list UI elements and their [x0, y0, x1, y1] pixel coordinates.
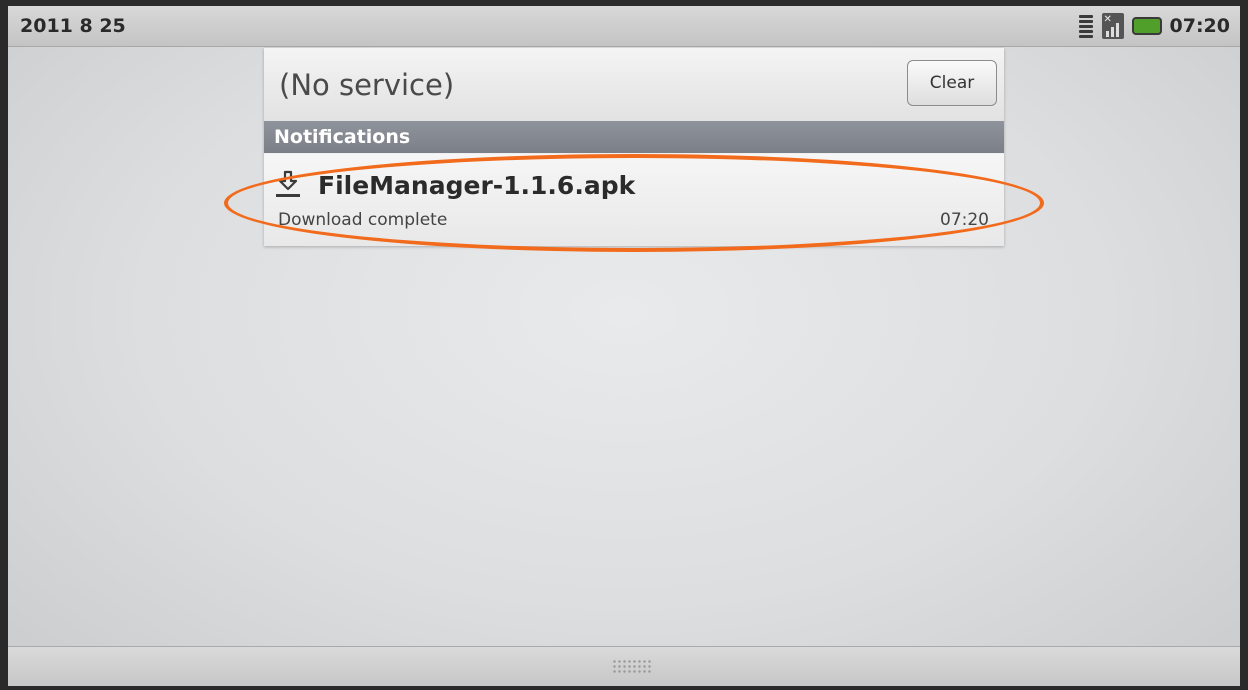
notification-time: 07:20 [940, 210, 989, 230]
status-time: 07:20 [1169, 15, 1230, 37]
bottom-bar[interactable] [8, 646, 1240, 686]
notifications-section-header: Notifications [264, 121, 1004, 153]
notification-title: FileManager-1.1.6.apk [318, 171, 636, 200]
panel-header: (No service) Clear [264, 48, 1004, 122]
notification-item[interactable]: FileManager-1.1.6.apk Download complete … [264, 154, 1004, 246]
status-date: 2011 8 25 [20, 15, 126, 37]
operator-label: (No service) [279, 68, 455, 102]
download-icon [276, 170, 300, 197]
drag-handle[interactable] [612, 659, 652, 675]
notification-text: Download complete [278, 210, 448, 230]
battery-icon [1131, 17, 1162, 35]
wifi-icon [1078, 13, 1094, 39]
signal-icon: ✕ [1101, 13, 1124, 39]
status-icons: ✕ 07:20 [1078, 12, 1230, 40]
notification-panel: (No service) Clear Notifications FileMan… [264, 48, 1004, 246]
device-screen: 2011 8 25 ✕ 07:20 (No service) Clear Not… [8, 6, 1240, 686]
clear-button[interactable]: Clear [907, 60, 997, 106]
status-bar[interactable]: 2011 8 25 ✕ 07:20 [8, 6, 1240, 47]
